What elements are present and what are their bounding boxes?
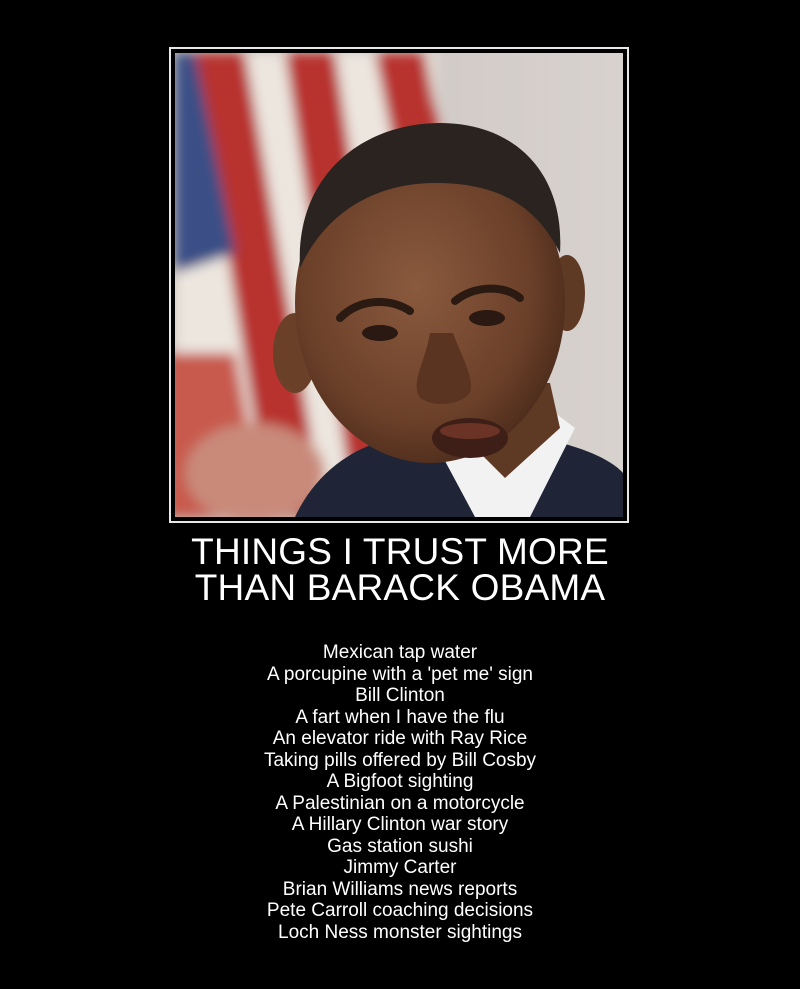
poster-headline: THINGS I TRUST MORE THAN BARACK OBAMA: [0, 531, 800, 608]
photo-frame: [169, 47, 629, 523]
motivational-poster: THINGS I TRUST MORE THAN BARACK OBAMA Me…: [0, 0, 800, 989]
list-item: Jimmy Carter: [343, 857, 457, 878]
list-item: Pete Carroll coaching decisions: [266, 900, 534, 921]
list-item: Taking pills offered by Bill Cosby: [263, 749, 537, 771]
list-item: Mexican tap water: [322, 642, 478, 663]
list-item: Gas station sushi: [327, 835, 473, 857]
portrait-illustration: [175, 53, 623, 517]
list-item: Brian Williams news reports: [282, 878, 518, 900]
list-item: A fart when I have the flu: [295, 706, 505, 728]
list-item: A porcupine with a 'pet me' sign: [266, 663, 534, 685]
portrait-photo: [175, 53, 623, 517]
list-item: Loch Ness monster sightings: [278, 921, 522, 943]
list-item: An elevator ride with Ray Rice: [272, 728, 528, 749]
list-item: A Hillary Clinton war story: [291, 814, 509, 835]
list-item: A Bigfoot sighting: [326, 771, 474, 792]
headline-line-1: THINGS I TRUST MORE: [191, 531, 609, 572]
headline-line-2: THAN BARACK OBAMA: [194, 567, 606, 608]
list-item: Bill Clinton: [355, 685, 445, 706]
trust-list: Mexican tap water A porcupine with a 'pe…: [0, 642, 800, 943]
list-item: A Palestinian on a motorcycle: [275, 792, 525, 814]
